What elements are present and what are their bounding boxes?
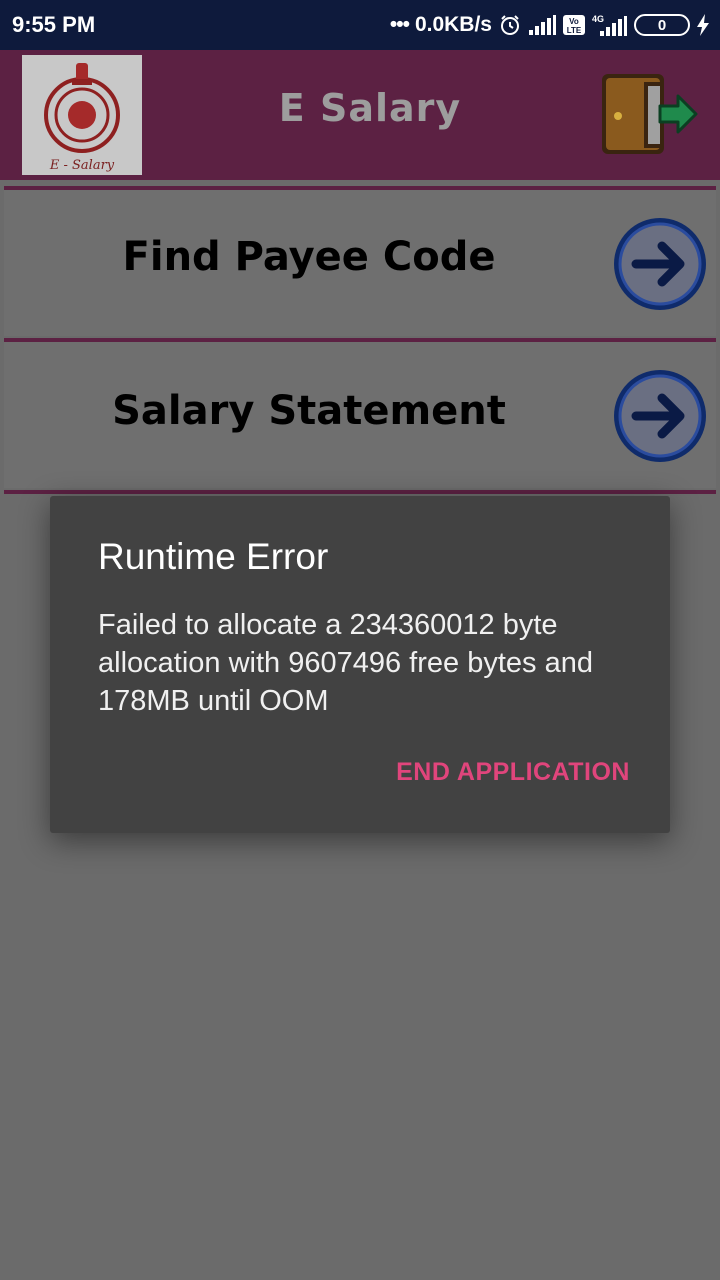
runtime-error-dialog: Runtime Error Failed to allocate a 23436… [50, 496, 670, 833]
arrow-right-icon [614, 370, 706, 462]
signal-4g-icon: 4G [592, 13, 628, 37]
dialog-message: Failed to allocate a 234360012 byte allo… [98, 609, 593, 717]
alarm-icon [498, 13, 522, 37]
charging-icon [696, 14, 710, 36]
menu-item-label: Salary Statement [112, 388, 506, 434]
status-bar: 9:55 PM ••• 0.0KB/s Vo LTE 4G 0 [0, 0, 720, 50]
menu-item-salary-statement[interactable]: Salary Statement [4, 342, 716, 488]
network-speed: 0.0KB/s [414, 13, 492, 36]
arrow-right-icon [614, 218, 706, 310]
menu-item-find-payee-code[interactable]: Find Payee Code [4, 190, 716, 336]
status-time: 9:55 PM [12, 12, 96, 37]
dialog-title: Runtime Error [98, 536, 329, 577]
svg-text:Vo: Vo [569, 17, 579, 26]
svg-text:4G: 4G [592, 14, 604, 24]
signal-icon [528, 14, 556, 36]
menu-item-label: Find Payee Code [122, 234, 496, 280]
end-application-button[interactable]: END APPLICATION [396, 758, 630, 787]
battery-icon: 0 [634, 14, 690, 36]
exit-door-icon [602, 74, 698, 154]
volte-icon: Vo LTE [562, 14, 586, 36]
logo-caption: E - Salary [49, 158, 115, 173]
network-indicator: ••• [389, 13, 410, 36]
salary-statement-arrow-button[interactable] [610, 366, 710, 466]
exit-button[interactable] [598, 68, 698, 162]
app-bar: E - Salary E Salary [0, 50, 720, 180]
find-payee-code-arrow-button[interactable] [610, 214, 710, 314]
app-logo: E - Salary [22, 55, 142, 175]
emblem-icon [44, 63, 120, 153]
svg-text:LTE: LTE [567, 26, 582, 35]
status-icons: ••• 0.0KB/s Vo LTE 4G 0 [390, 13, 710, 37]
app-title: E Salary [278, 86, 462, 130]
battery-level: 0 [657, 16, 667, 34]
divider [4, 490, 716, 494]
